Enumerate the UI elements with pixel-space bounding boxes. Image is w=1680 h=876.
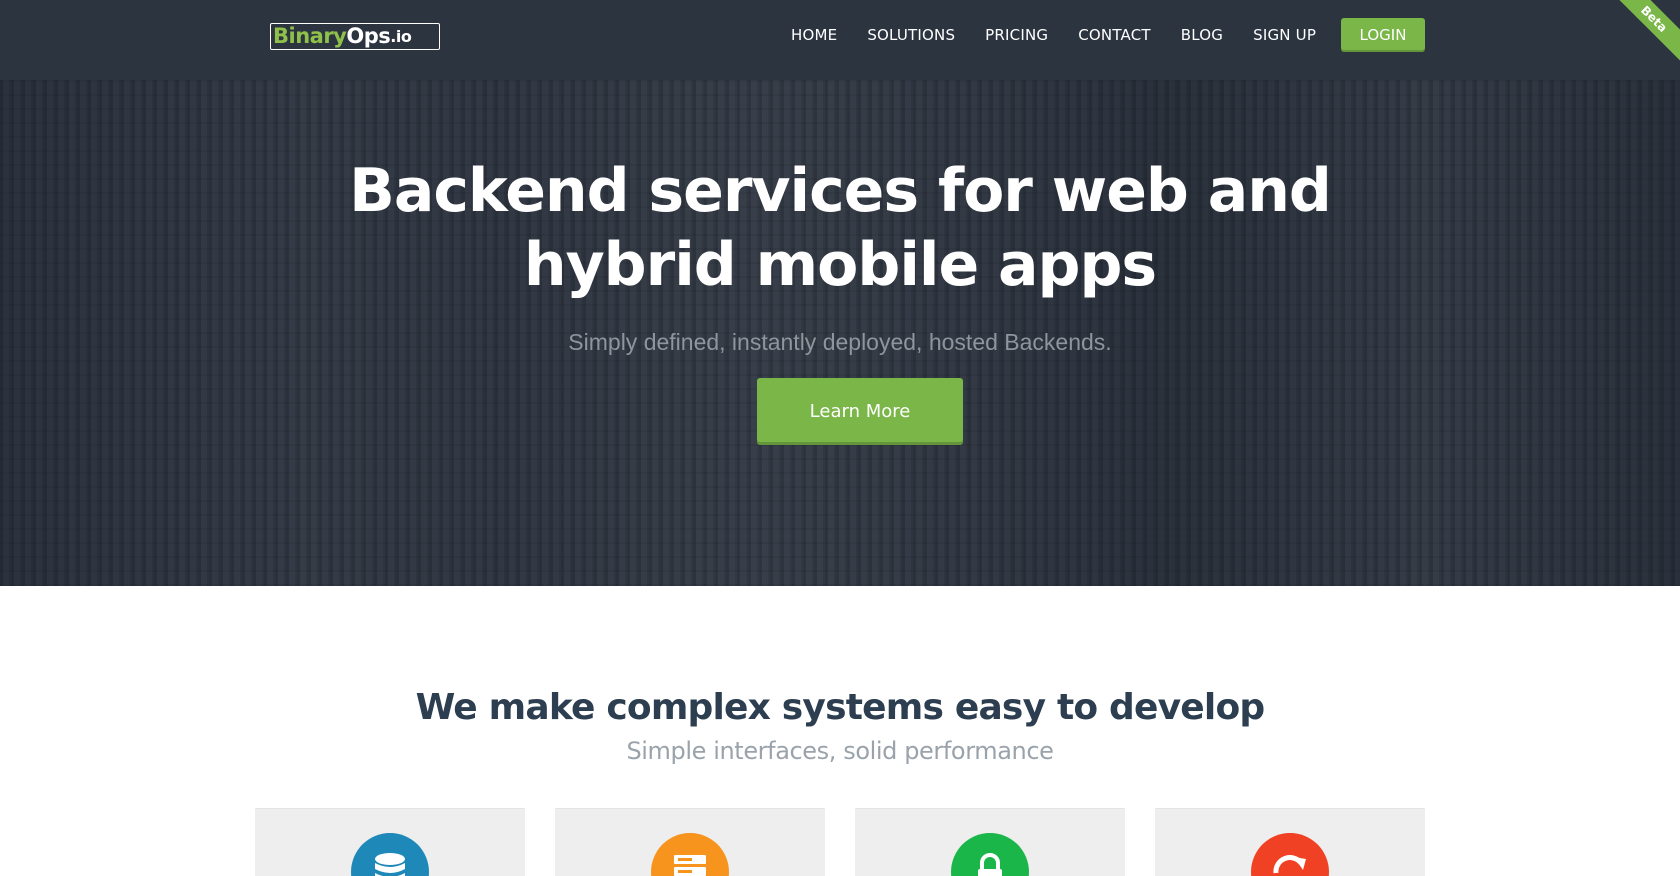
nav-solutions[interactable]: SOLUTIONS: [867, 18, 955, 52]
learn-more-button[interactable]: Learn More: [757, 378, 963, 445]
brand-logo[interactable]: Binary Ops .io: [270, 23, 440, 50]
logo-text-io: .io: [390, 26, 412, 46]
hero-subtitle: Simply defined, instantly deployed, host…: [568, 329, 1112, 355]
feature-card-database: [255, 808, 525, 876]
database-icon-glyph: [375, 853, 405, 876]
server-icon-glyph: [674, 855, 706, 876]
nav-sign-up[interactable]: SIGN UP: [1253, 18, 1316, 52]
database-icon: [351, 833, 429, 876]
nav-contact[interactable]: CONTACT: [1078, 18, 1151, 52]
nav-pricing[interactable]: PRICING: [985, 18, 1048, 52]
lock-icon-glyph: [978, 853, 1002, 876]
feature-card-sync: [1155, 808, 1425, 876]
logo-text-ops: Ops: [346, 24, 391, 48]
beta-ribbon: Beta: [1603, 0, 1680, 70]
login-button[interactable]: LOGIN: [1341, 18, 1425, 52]
feature-card-security: [855, 808, 1125, 876]
hero-title: Backend services for web and hybrid mobi…: [349, 156, 1332, 300]
beta-ribbon-container: Beta: [1600, 0, 1680, 80]
logo-text-binary: Binary: [273, 24, 347, 48]
refresh-icon-glyph: [1273, 855, 1306, 874]
main-nav: HOME SOLUTIONS PRICING CONTACT BLOG SIGN…: [780, 18, 1316, 52]
hero-section: Backend services for web and hybrid mobi…: [0, 80, 1680, 586]
features-subtitle: Simple interfaces, solid performance: [626, 737, 1054, 765]
lock-icon: [951, 833, 1029, 876]
refresh-icon: [1251, 833, 1329, 876]
features-title: We make complex systems easy to develop: [415, 687, 1266, 728]
nav-blog[interactable]: BLOG: [1181, 18, 1223, 52]
feature-card-server: [555, 808, 825, 876]
nav-home[interactable]: HOME: [791, 18, 837, 52]
server-icon: [651, 833, 729, 876]
navbar: Binary Ops .io HOME SOLUTIONS PRICING CONT…: [0, 0, 1680, 80]
